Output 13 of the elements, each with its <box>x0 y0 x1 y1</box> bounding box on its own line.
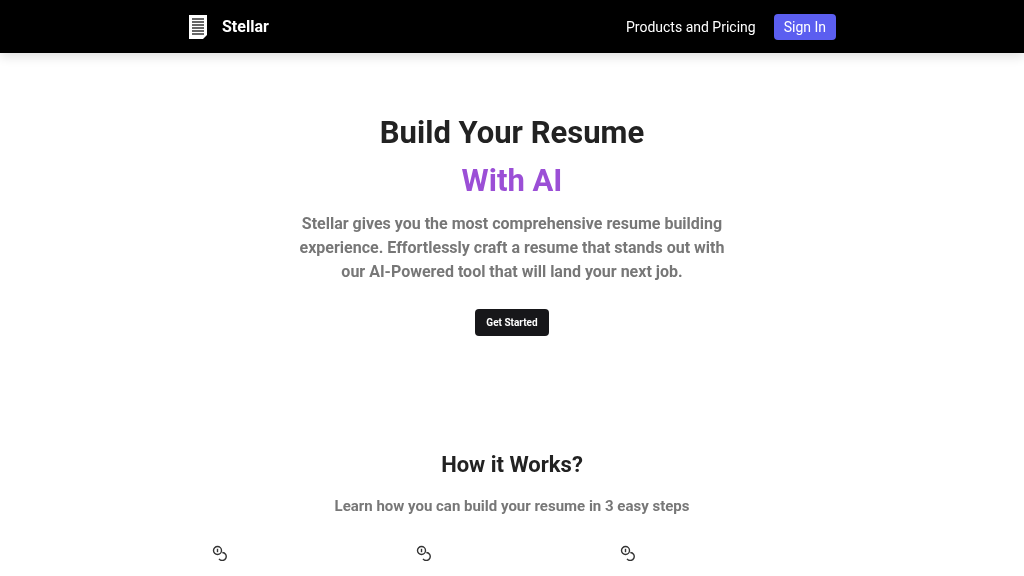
hero-description: Stellar gives you the most comprehensive resume building experience. Effortlessly craft a resume that stands out with our AI-Powered tool that will land your next job. <box>298 213 726 283</box>
hero-highlight: With AI <box>461 164 563 198</box>
document-icon <box>188 13 208 40</box>
section-title: How it Works? <box>441 452 583 477</box>
nav-link[interactable]: Products and Pricing <box>626 18 756 35</box>
coins-icon <box>212 545 228 561</box>
get-started-button[interactable]: Get Started <box>475 309 549 336</box>
coins-icon <box>620 545 636 561</box>
section-subtitle: Learn how you can build your resume in 3 easy steps <box>334 497 690 515</box>
sign-in-button[interactable]: Sign In <box>773 13 836 40</box>
hero-title: Build Your Resume <box>379 116 645 150</box>
coins-icon <box>416 545 432 561</box>
brand-name[interactable]: Stellar <box>222 17 269 36</box>
